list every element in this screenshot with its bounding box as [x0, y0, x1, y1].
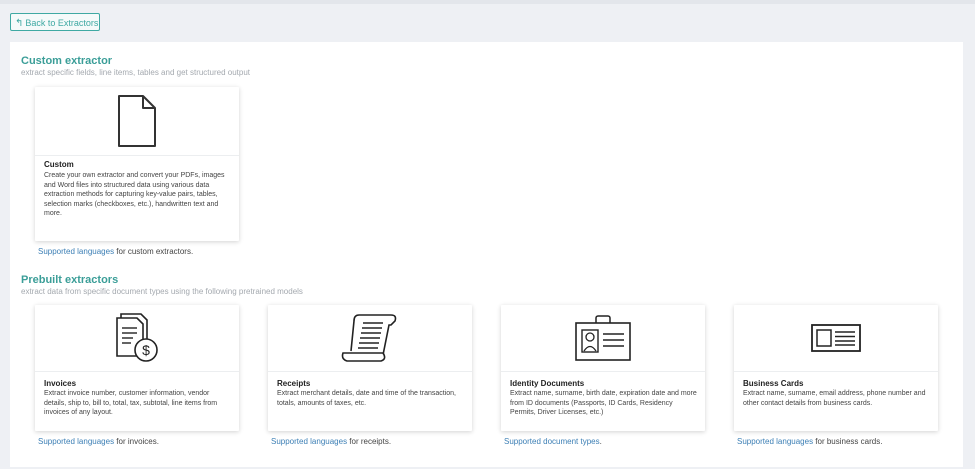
- business-cards-icon-area: [734, 305, 938, 372]
- custom-support-suffix: for custom extractors.: [114, 247, 194, 256]
- receipts-icon-area: [268, 305, 472, 372]
- business-cards-support-text: Supported languages for business cards.: [737, 437, 882, 446]
- receipts-supported-languages-link[interactable]: Supported languages: [271, 437, 347, 446]
- identity-support-text: Supported document types.: [504, 437, 602, 446]
- business-cards-support-suffix: for business cards.: [813, 437, 883, 446]
- identity-supported-document-types-link[interactable]: Supported document types: [504, 437, 600, 446]
- receipt-icon: [341, 314, 397, 362]
- invoices-card-title: Invoices: [44, 379, 77, 388]
- invoices-supported-languages-link[interactable]: Supported languages: [38, 437, 114, 446]
- receipts-card[interactable]: Receipts Extract merchant details, date …: [268, 305, 472, 431]
- id-badge-icon: [575, 315, 631, 361]
- business-cards-supported-languages-link[interactable]: Supported languages: [737, 437, 813, 446]
- receipts-card-description: Extract merchant details, date and time …: [277, 390, 456, 407]
- back-arrow-icon: ↰: [15, 18, 24, 29]
- document-icon: [118, 95, 156, 147]
- custom-extractor-heading: Custom extractor: [21, 55, 113, 67]
- receipts-support-text: Supported languages for receipts.: [271, 437, 391, 446]
- identity-support-suffix: .: [599, 437, 602, 446]
- back-to-extractors-button[interactable]: ↰ Back to Extractors: [10, 13, 100, 31]
- extractors-panel: Custom extractor extract specific fields…: [10, 42, 963, 467]
- identity-card-description: Extract name, surname, birth date, expir…: [510, 390, 697, 416]
- custom-card-title: Custom: [44, 160, 74, 169]
- back-button-label: Back to Extractors: [25, 18, 99, 28]
- invoice-icon: $: [116, 313, 158, 362]
- top-bar: [0, 0, 975, 4]
- invoices-card-description: Extract invoice number, customer informa…: [44, 390, 218, 416]
- custom-card-description: Create your own extractor and convert yo…: [44, 172, 225, 217]
- invoices-card[interactable]: $ Invoices Extract invoice number, custo…: [35, 305, 239, 431]
- identity-documents-card[interactable]: Identity Documents Extract name, surname…: [501, 305, 705, 431]
- custom-supported-languages-link[interactable]: Supported languages: [38, 247, 114, 256]
- business-cards-card-title: Business Cards: [743, 379, 804, 388]
- custom-extractor-card[interactable]: Custom Create your own extractor and con…: [35, 87, 239, 241]
- identity-card-title: Identity Documents: [510, 379, 585, 388]
- prebuilt-extractors-subtitle: extract data from specific document type…: [21, 287, 303, 296]
- invoices-support-text: Supported languages for invoices.: [38, 437, 159, 446]
- invoices-icon-area: $: [35, 305, 239, 372]
- business-card-icon: [811, 324, 861, 352]
- business-cards-card-description: Extract name, surname, email address, ph…: [743, 390, 926, 407]
- prebuilt-extractors-heading: Prebuilt extractors: [21, 274, 119, 286]
- business-cards-card[interactable]: Business Cards Extract name, surname, em…: [734, 305, 938, 431]
- custom-support-text: Supported languages for custom extractor…: [38, 247, 193, 256]
- identity-icon-area: [501, 305, 705, 372]
- custom-extractor-subtitle: extract specific fields, line items, tab…: [21, 68, 251, 77]
- receipts-card-title: Receipts: [277, 379, 311, 388]
- receipts-support-suffix: for receipts.: [347, 437, 392, 446]
- svg-text:$: $: [142, 342, 150, 358]
- custom-icon-area: [35, 87, 239, 156]
- invoices-support-suffix: for invoices.: [114, 437, 159, 446]
